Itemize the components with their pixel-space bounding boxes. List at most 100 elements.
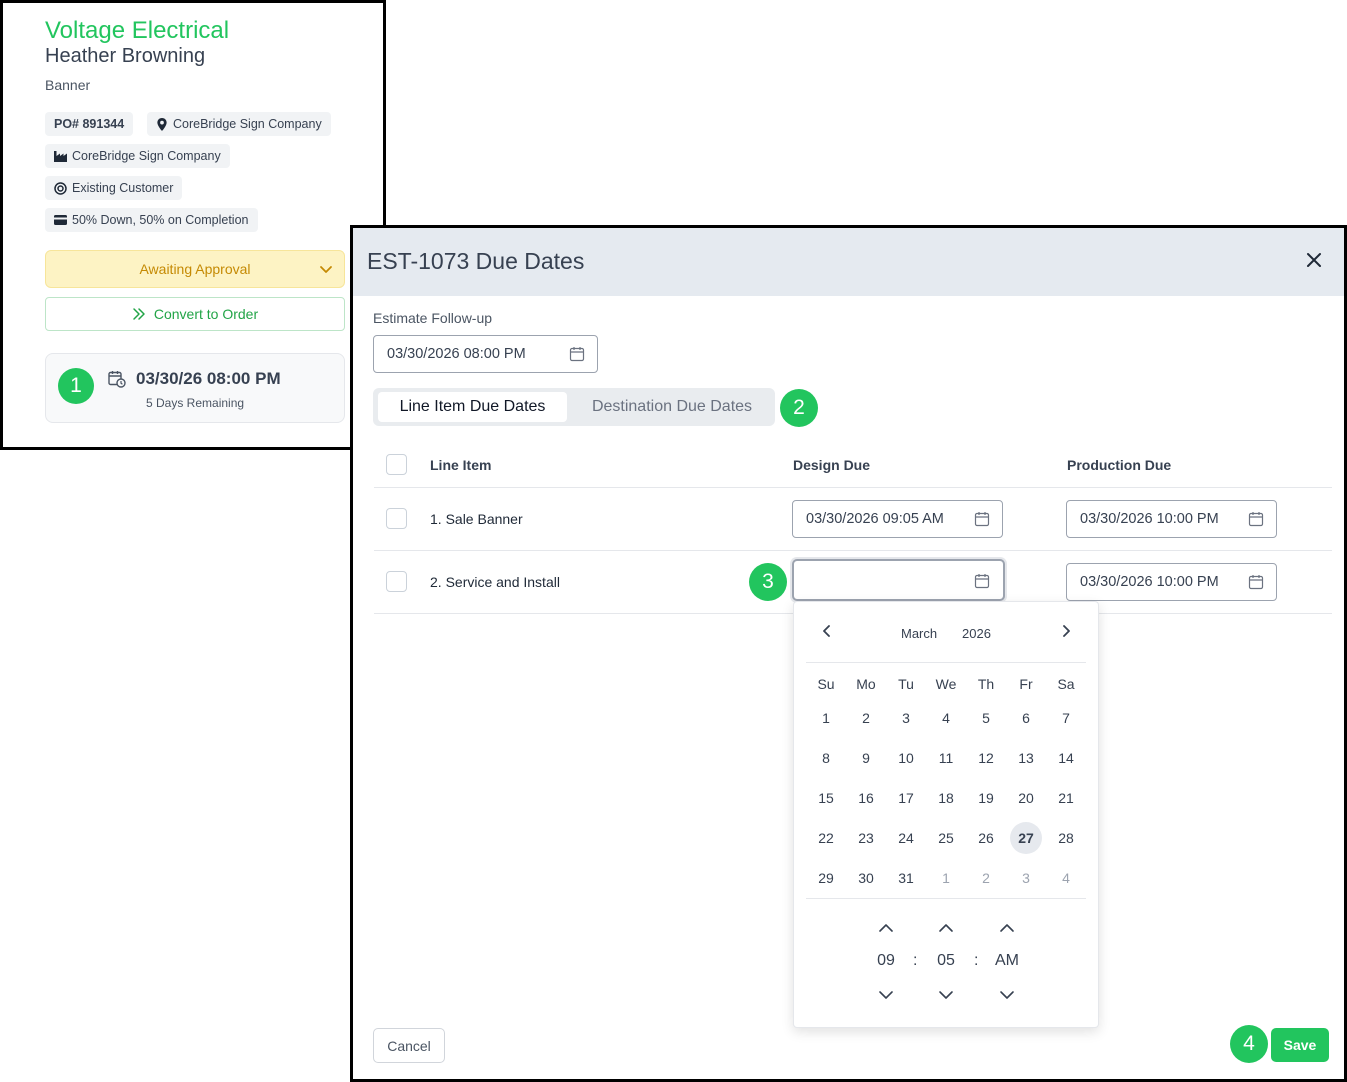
period-up-icon[interactable] [999,922,1015,934]
row-checkbox[interactable] [386,508,407,529]
period-value[interactable]: AM [995,952,1019,970]
calendar-day[interactable]: 1 [810,702,842,734]
company-chip: CoreBridge Sign Company [45,144,230,168]
calendar-day[interactable]: 16 [850,782,882,814]
chevron-left-icon[interactable] [820,624,834,638]
calendar-day[interactable]: 25 [930,822,962,854]
status-label: Awaiting Approval [139,261,251,277]
chevron-right-icon[interactable] [1059,624,1073,638]
calendar-day[interactable]: 31 [890,862,922,894]
due-date-value: 03/30/26 08:00 PM [136,369,281,388]
calendar-day[interactable]: 26 [970,822,1002,854]
calendar-day[interactable]: 1 [930,862,962,894]
save-button[interactable]: Save [1271,1028,1329,1062]
hour-up-icon[interactable] [878,922,894,934]
calendar-icon [1248,575,1264,590]
calendar-icon [974,512,990,527]
calendar-day[interactable]: 30 [850,862,882,894]
payment-terms-label: 50% Down, 50% on Completion [72,213,249,227]
weekday-header: We [935,676,957,692]
picker-year[interactable]: 2026 [962,626,991,641]
calendar-day[interactable]: 22 [810,822,842,854]
followup-label: Estimate Follow-up [373,310,493,326]
design-due-input-active[interactable] [792,559,1005,601]
calendar-day[interactable]: 20 [1010,782,1042,814]
target-icon [54,181,67,195]
calendar-day[interactable]: 28 [1050,822,1082,854]
modal-header: EST-1073 Due Dates [353,228,1344,296]
calendar-day[interactable]: 2 [850,702,882,734]
calendar-day[interactable]: 19 [970,782,1002,814]
tab-destination-due-dates[interactable]: Destination Due Dates [579,392,765,422]
status-dropdown[interactable]: Awaiting Approval [45,250,345,288]
minute-up-icon[interactable] [938,922,954,934]
time-separator: : [974,952,979,969]
calendar-day[interactable]: 15 [810,782,842,814]
production-due-input[interactable]: 03/30/2026 10:00 PM [1066,563,1277,601]
calendar-day[interactable]: 3 [890,702,922,734]
due-dates-tabs: Line Item Due Dates Destination Due Date… [373,388,775,426]
calendar-day[interactable]: 13 [1010,742,1042,774]
calendar-day[interactable]: 4 [1050,862,1082,894]
calendar-day[interactable]: 27 [1010,822,1042,854]
calendar-icon [974,574,990,589]
convert-to-order-button[interactable]: Convert to Order [45,297,345,331]
hour-value[interactable]: 09 [877,952,895,970]
weekday-header: Su [817,676,835,692]
production-due-input[interactable]: 03/30/2026 10:00 PM [1066,500,1277,538]
days-remaining: 5 Days Remaining [146,396,245,410]
calendar-day[interactable]: 29 [810,862,842,894]
calendar-day[interactable]: 4 [930,702,962,734]
calendar-day[interactable]: 2 [970,862,1002,894]
product-type: Banner [45,77,91,93]
calendar-day[interactable]: 9 [850,742,882,774]
tab-line-item-due-dates[interactable]: Line Item Due Dates [378,392,567,422]
calendar-icon [1248,512,1264,527]
customer-type-chip: Existing Customer [45,176,183,200]
customer-type-label: Existing Customer [72,181,174,195]
step-badge-2: 2 [780,389,818,427]
calendar-day[interactable]: 21 [1050,782,1082,814]
calendar-day[interactable]: 23 [850,822,882,854]
followup-date-input[interactable]: 03/30/2026 08:00 PM [373,335,598,373]
double-chevron-right-icon [133,308,145,320]
row-checkbox[interactable] [386,571,407,592]
minute-value[interactable]: 05 [937,952,955,970]
calendar-day[interactable]: 7 [1050,702,1082,734]
location-chip: CoreBridge Sign Company [147,112,331,136]
step-badge-3: 3 [749,563,787,601]
calendar-day[interactable]: 3 [1010,862,1042,894]
cancel-button[interactable]: Cancel [373,1028,445,1063]
calendar-day[interactable]: 10 [890,742,922,774]
calendar-day[interactable]: 6 [1010,702,1042,734]
hour-down-icon[interactable] [878,989,894,1001]
calendar-day[interactable]: 24 [890,822,922,854]
column-line-item: Line Item [430,457,492,473]
calendar-day[interactable]: 14 [1050,742,1082,774]
company-name[interactable]: Voltage Electrical [45,17,229,45]
calendar-day[interactable]: 11 [930,742,962,774]
picker-month[interactable]: March [901,626,937,641]
line-item-name: 1. Sale Banner [430,511,523,527]
calendar-day[interactable]: 12 [970,742,1002,774]
design-due-input[interactable]: 03/30/2026 09:05 AM [792,500,1003,538]
calendar-day[interactable]: 17 [890,782,922,814]
calendar-clock-icon [108,371,126,388]
close-icon[interactable] [1306,252,1322,268]
calendar-day[interactable]: 5 [970,702,1002,734]
chevron-down-icon [320,266,332,273]
calendar-day[interactable]: 8 [810,742,842,774]
row-divider [374,550,1332,551]
minute-down-icon[interactable] [938,989,954,1001]
production-due-value: 03/30/2026 10:00 PM [1080,574,1219,590]
select-all-checkbox[interactable] [386,454,407,475]
factory-icon [54,151,67,162]
modal-title: EST-1073 Due Dates [367,248,585,274]
company-chip-label: CoreBridge Sign Company [72,149,221,163]
step-badge-1: 1 [58,368,94,404]
period-down-icon[interactable] [999,989,1015,1001]
weekday-header: Fr [1019,676,1033,692]
step-badge-4: 4 [1230,1025,1268,1063]
picker-divider [806,898,1086,899]
calendar-day[interactable]: 18 [930,782,962,814]
